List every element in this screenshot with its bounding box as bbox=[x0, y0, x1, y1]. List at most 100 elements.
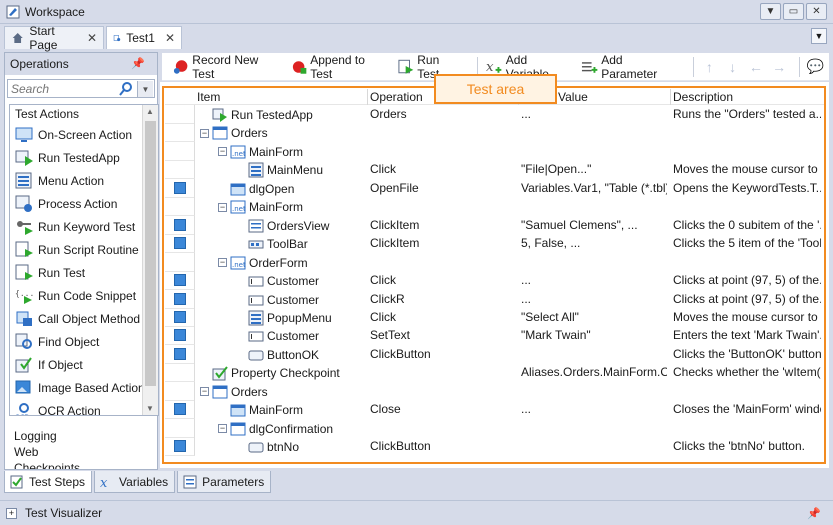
op-run-code-snippet[interactable]: {...} Run Code Snippet bbox=[10, 284, 158, 307]
value-cell[interactable]: Aliases.Orders.MainForm.Or... bbox=[521, 365, 667, 379]
search-icon[interactable] bbox=[118, 81, 134, 97]
op-ocr-action[interactable]: OCR OCR Action bbox=[10, 399, 158, 415]
item-cell[interactable]: Customer bbox=[248, 292, 367, 308]
group-web[interactable]: Web bbox=[14, 444, 80, 460]
description-cell[interactable]: Moves the mouse cursor to ... bbox=[673, 310, 821, 324]
table-row[interactable]: ToolBar ClickItem 5, False, ... Clicks the … bbox=[165, 234, 824, 254]
add-parameter-button[interactable]: Add Parameter bbox=[579, 53, 681, 81]
item-cell[interactable]: ButtonOK bbox=[248, 347, 367, 363]
value-cell[interactable]: ... bbox=[521, 273, 667, 287]
column-description[interactable]: Description bbox=[673, 90, 733, 104]
image-thumbnail-icon[interactable] bbox=[174, 347, 186, 360]
value-cell[interactable]: "Mark Twain" bbox=[521, 328, 667, 342]
description-cell[interactable]: Enters the text 'Mark Twain'... bbox=[673, 328, 821, 342]
table-row[interactable]: PopupMenu Click "Select All" Moves the mous… bbox=[165, 307, 824, 327]
op-call-object-method[interactable]: Call Object Method bbox=[10, 307, 158, 330]
column-value[interactable]: Value bbox=[558, 90, 588, 104]
image-thumbnail-icon[interactable] bbox=[174, 440, 186, 453]
op-if-object[interactable]: If Object bbox=[10, 353, 158, 376]
value-cell[interactable]: "Select All" bbox=[521, 310, 667, 324]
image-thumbnail-icon[interactable] bbox=[174, 403, 186, 416]
collapse-icon[interactable]: − bbox=[218, 424, 227, 434]
collapse-icon[interactable]: − bbox=[218, 202, 227, 212]
comment-icon[interactable]: 💬 bbox=[806, 57, 825, 77]
item-cell[interactable]: − Orders bbox=[200, 384, 355, 400]
item-cell[interactable]: Customer bbox=[248, 328, 367, 344]
window-menu-button[interactable]: ▼ bbox=[760, 3, 781, 20]
group-checkpoints[interactable]: Checkpoints bbox=[14, 460, 80, 469]
item-cell[interactable]: − Orders bbox=[200, 125, 355, 141]
value-cell[interactable]: ... bbox=[521, 107, 667, 121]
description-cell[interactable]: Runs the "Orders" tested a... bbox=[673, 107, 821, 121]
image-thumbnail-icon[interactable] bbox=[174, 181, 186, 194]
table-row[interactable]: MainForm Close... Closes the 'MainForm' wi… bbox=[165, 400, 824, 420]
item-cell[interactable]: MainMenu bbox=[248, 162, 367, 178]
visualizer-pin-icon[interactable]: 📌 bbox=[807, 507, 821, 520]
value-cell[interactable]: Variables.Var1, "Table (*.tbl)" bbox=[521, 181, 667, 195]
table-row[interactable]: btnNo ClickButton Clicks the 'btnNo' butto… bbox=[165, 437, 824, 457]
table-row[interactable]: ButtonOK ClickButton Clicks the 'ButtonOK'… bbox=[165, 344, 824, 364]
description-cell[interactable]: Clicks the 'btnNo' button. bbox=[673, 439, 821, 453]
op-run-keyword-test[interactable]: Run Keyword Test bbox=[10, 215, 158, 238]
operation-cell[interactable]: OpenFile bbox=[370, 181, 515, 195]
table-row[interactable]: OrdersView ClickItem "Samuel Clemens", ...… bbox=[165, 215, 824, 235]
move-down-icon[interactable]: ↓ bbox=[723, 57, 742, 77]
operations-scrollbar[interactable]: ▲ ▼ bbox=[142, 105, 158, 415]
tab-test-steps[interactable]: Test Steps bbox=[4, 471, 93, 493]
op-run-test[interactable]: Run Test bbox=[10, 261, 158, 284]
op-run-testedapp[interactable]: Run TestedApp bbox=[10, 146, 158, 169]
image-thumbnail-icon[interactable] bbox=[174, 218, 186, 231]
move-up-icon[interactable]: ↑ bbox=[700, 57, 719, 77]
column-item[interactable]: Item bbox=[197, 90, 220, 104]
description-cell[interactable]: Clicks the 5 item of the 'Tool... bbox=[673, 236, 821, 250]
group-logging[interactable]: Logging bbox=[14, 428, 80, 444]
value-cell[interactable]: ... bbox=[521, 402, 667, 416]
op-find-object[interactable]: Find Object bbox=[10, 330, 158, 353]
table-row[interactable]: Customer SetText "Mark Twain" Enters the te… bbox=[165, 326, 824, 346]
item-cell[interactable]: − .net MainForm bbox=[218, 144, 355, 160]
group-test-actions[interactable]: Test Actions bbox=[10, 105, 158, 123]
value-cell[interactable]: "File|Open..." bbox=[521, 162, 667, 176]
collapse-icon[interactable]: − bbox=[218, 147, 227, 157]
operation-cell[interactable]: Click bbox=[370, 310, 515, 324]
item-cell[interactable]: ToolBar bbox=[248, 236, 367, 252]
table-row[interactable]: MainMenu Click "File|Open..." Moves the mou… bbox=[165, 160, 824, 180]
item-cell[interactable]: OrdersView bbox=[248, 218, 367, 234]
table-row[interactable]: Run TestedApp Orders... Runs the "Orders" … bbox=[165, 105, 824, 124]
tab-list-dropdown[interactable]: ▼ bbox=[811, 28, 827, 44]
maximize-button[interactable]: ▭ bbox=[783, 3, 804, 20]
pin-icon[interactable]: 📌 bbox=[131, 57, 145, 70]
table-row[interactable]: − .net MainForm bbox=[165, 141, 824, 161]
table-row[interactable]: dlgOpen OpenFile Variables.Var1, "Table (*… bbox=[165, 178, 824, 198]
description-cell[interactable]: Clicks the 0 subitem of the '... bbox=[673, 218, 821, 232]
operation-cell[interactable]: Orders bbox=[370, 107, 515, 121]
operation-cell[interactable]: ClickR bbox=[370, 292, 515, 306]
operation-cell[interactable]: ClickItem bbox=[370, 218, 515, 232]
collapse-icon[interactable]: − bbox=[218, 258, 227, 268]
table-row[interactable]: Property Checkpoint Aliases.Orders.MainFo… bbox=[165, 363, 824, 383]
table-row[interactable]: − .net OrderForm bbox=[165, 252, 824, 272]
tab-start-page[interactable]: Start Page ✕ bbox=[4, 24, 104, 52]
op-image-based-action[interactable]: Image Based Action bbox=[10, 376, 158, 399]
operation-cell[interactable]: Click bbox=[370, 273, 515, 287]
table-row[interactable]: Customer Click... Clicks at point (97, 5) … bbox=[165, 271, 824, 291]
table-row[interactable]: − Orders bbox=[165, 381, 824, 401]
close-test1-tab-icon[interactable]: ✕ bbox=[165, 31, 175, 45]
operation-cell[interactable]: ClickItem bbox=[370, 236, 515, 250]
operation-cell[interactable]: SetText bbox=[370, 328, 515, 342]
item-cell[interactable]: PopupMenu bbox=[248, 310, 367, 326]
close-start-page-tab-icon[interactable]: ✕ bbox=[87, 31, 97, 45]
operation-cell[interactable]: Close bbox=[370, 402, 515, 416]
tab-parameters[interactable]: Parameters bbox=[177, 471, 272, 493]
move-left-icon[interactable]: ← bbox=[746, 57, 765, 77]
description-cell[interactable]: Clicks at point (97, 5) of the... bbox=[673, 273, 821, 287]
record-new-test-button[interactable]: Record New Test bbox=[170, 53, 282, 81]
image-thumbnail-icon[interactable] bbox=[174, 274, 186, 287]
description-cell[interactable]: Opens the KeywordTests.T... bbox=[673, 181, 821, 195]
search-dropdown-icon[interactable]: ▼ bbox=[137, 81, 153, 97]
item-cell[interactable]: Customer bbox=[248, 273, 367, 289]
item-cell[interactable]: btnNo bbox=[248, 439, 367, 455]
column-operation[interactable]: Operation bbox=[370, 90, 423, 104]
image-thumbnail-icon[interactable] bbox=[174, 310, 186, 323]
collapse-icon[interactable]: − bbox=[200, 387, 209, 397]
